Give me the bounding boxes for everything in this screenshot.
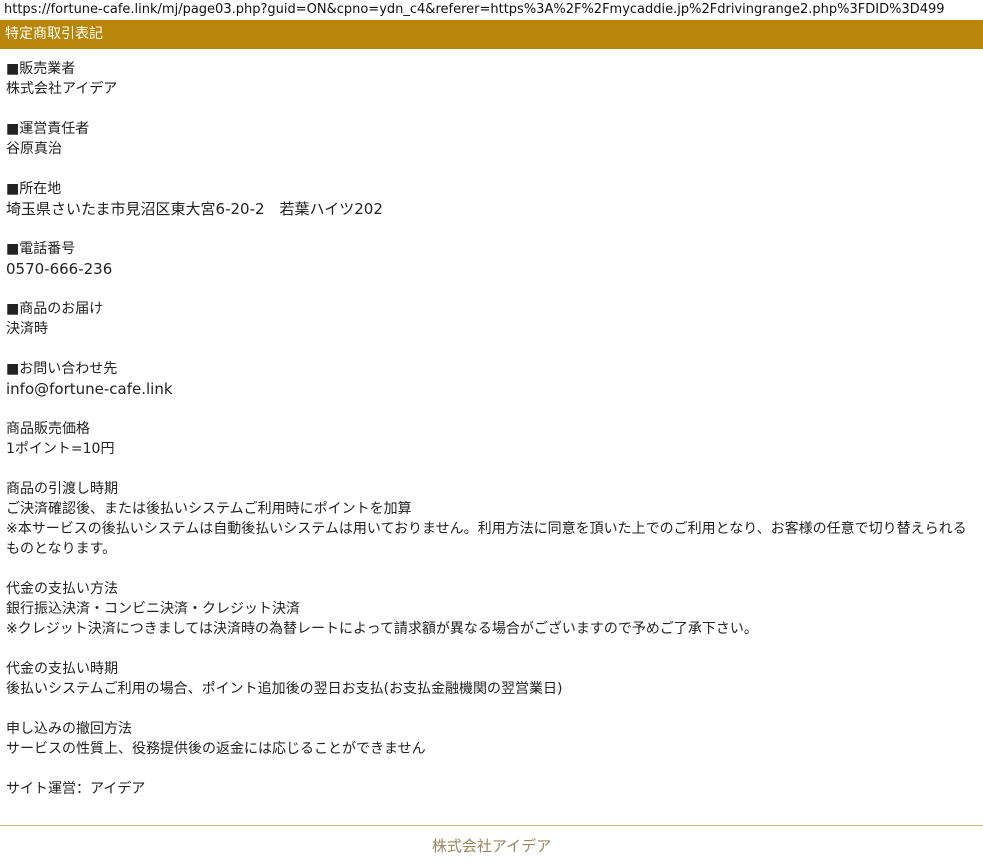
contact-email: info@fortune-cafe.link [6,380,173,398]
section-value: サービスの性質上、役務提供後の返金には応じることができません [6,741,426,757]
section-heading: ■所在地 [6,181,62,197]
url-text: https://fortune-cafe.link/mj/page03.php?… [4,2,945,17]
section-value: ご決済確認後、または後払いシステムご利用時にポイントを加算 [6,501,412,517]
section-heading: 申し込みの撤回方法 [6,721,132,737]
section-value: 株式会社アイデア [6,81,118,97]
section-manager: ■運営責任者 谷原真治 [6,119,977,159]
section-note: ※クレジット決済につきましては決済時の為替レートによって請求額が異なる場合がござ… [6,621,758,637]
section-payment-timing: 代金の支払い時期 後払いシステムご利用の場合、ポイント追加後の翌日お支払(お支払… [6,659,977,699]
footer-divider [0,825,983,826]
section-payment-method: 代金の支払い方法 銀行振込決済・コンビニ決済・クレジット決済 ※クレジット決済に… [6,579,977,639]
section-delivery: ■商品のお届け 決済時 [6,299,977,339]
legal-notice-content: ■販売業者 株式会社アイデア ■運営責任者 谷原真治 ■所在地 埼玉県さいたま市… [0,49,983,799]
section-delivery-timing: 商品の引渡し時期 ご決済確認後、または後払いシステムご利用時にポイントを加算 ※… [6,479,977,559]
page-title: 特定商取引表記 [0,20,983,49]
section-note: ※本サービスの後払いシステムは自動後払いシステムは用いておりません。利用方法に同… [6,521,967,557]
section-value: 埼玉県さいたま市見沼区東大宮6-20-2 若葉ハイツ202 [6,200,383,218]
phone-number: 0570-666-236 [6,260,113,278]
footer-company: 株式会社アイデア [431,837,552,855]
section-heading: 代金の支払い時期 [6,661,118,677]
section-value: 谷原真治 [6,141,62,157]
section-heading: ■電話番号 [6,241,76,257]
section-heading: 商品販売価格 [6,421,90,437]
section-contact: ■お問い合わせ先 info@fortune-cafe.link [6,359,977,399]
section-value: 後払いシステムご利用の場合、ポイント追加後の翌日お支払(お支払金融機関の翌営業日… [6,681,563,697]
section-address: ■所在地 埼玉県さいたま市見沼区東大宮6-20-2 若葉ハイツ202 [6,179,977,219]
section-phone: ■電話番号 0570-666-236 [6,239,977,279]
section-heading: ■お問い合わせ先 [6,361,118,377]
section-heading: ■販売業者 [6,61,76,77]
section-heading: 代金の支払い方法 [6,581,118,597]
section-value: 銀行振込決済・コンビニ決済・クレジット決済 [6,601,300,617]
section-heading: ■商品のお届け [6,301,104,317]
section-value: 決済時 [6,321,48,337]
section-price: 商品販売価格 1ポイント=10円 [6,419,977,459]
section-heading: ■運営責任者 [6,121,90,137]
section-seller: ■販売業者 株式会社アイデア [6,59,977,99]
section-cancellation: 申し込みの撤回方法 サービスの性質上、役務提供後の返金には応じることができません [6,719,977,759]
section-heading: 商品の引渡し時期 [6,481,118,497]
section-value: 1ポイント=10円 [6,441,115,457]
section-heading: サイト運営：アイデア [6,781,146,797]
section-operator: サイト運営：アイデア [6,779,977,799]
